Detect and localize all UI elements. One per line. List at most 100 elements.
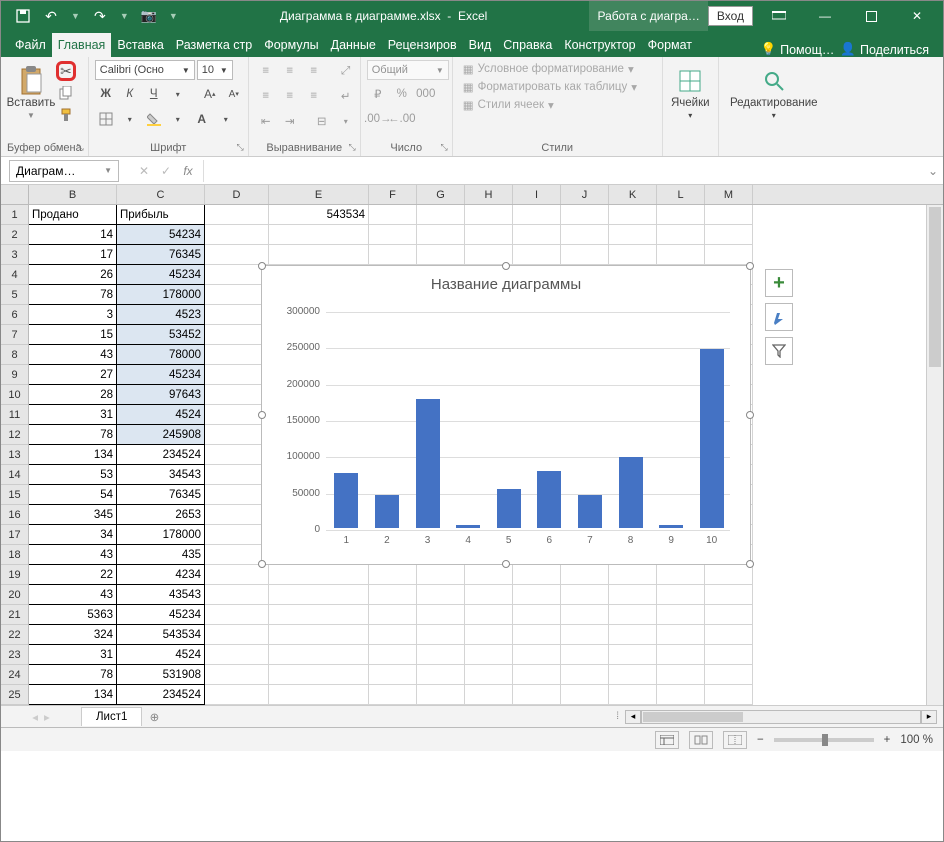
col-header[interactable]: C: [117, 185, 205, 204]
cell[interactable]: 28: [29, 385, 117, 405]
tab-format[interactable]: Формат: [642, 33, 698, 57]
cell[interactable]: [513, 685, 561, 705]
copy-button[interactable]: [56, 83, 76, 103]
row-header[interactable]: 21: [1, 605, 28, 625]
col-header[interactable]: G: [417, 185, 465, 204]
cell[interactable]: [561, 665, 609, 685]
cell[interactable]: 4234: [117, 565, 205, 585]
font-color-button[interactable]: A: [192, 109, 212, 129]
resize-handle-e[interactable]: [746, 411, 754, 419]
merge-button[interactable]: ⊟: [312, 111, 332, 131]
chart-title[interactable]: Название диаграммы: [262, 266, 750, 297]
chart-filter-button[interactable]: [765, 337, 793, 365]
select-all-corner[interactable]: [1, 185, 29, 205]
cell[interactable]: [269, 685, 369, 705]
row-header[interactable]: 18: [1, 545, 28, 565]
undo-dropdown-icon[interactable]: ▼: [71, 11, 80, 21]
dec-indent-button[interactable]: ⇤: [256, 111, 276, 131]
cell[interactable]: [205, 225, 269, 245]
inc-indent-button[interactable]: ⇥: [280, 111, 300, 131]
comma-button[interactable]: 000: [416, 84, 436, 104]
cell[interactable]: [657, 645, 705, 665]
tab-page-layout[interactable]: Разметка стр: [170, 33, 258, 57]
cell[interactable]: [561, 645, 609, 665]
cell[interactable]: [369, 625, 417, 645]
row-header[interactable]: 4: [1, 265, 28, 285]
cell[interactable]: 435: [117, 545, 205, 565]
cell[interactable]: [657, 625, 705, 645]
redo-dropdown-icon[interactable]: ▼: [120, 11, 129, 21]
resize-handle-w[interactable]: [258, 411, 266, 419]
cell[interactable]: [561, 565, 609, 585]
cell[interactable]: [369, 245, 417, 265]
cell[interactable]: [705, 605, 753, 625]
cell[interactable]: [369, 565, 417, 585]
cell[interactable]: 324: [29, 625, 117, 645]
cell[interactable]: 78: [29, 425, 117, 445]
cell[interactable]: 14: [29, 225, 117, 245]
cell[interactable]: 5363: [29, 605, 117, 625]
cell[interactable]: [369, 665, 417, 685]
fill-dropdown-icon[interactable]: ▾: [168, 109, 188, 129]
row-header[interactable]: 22: [1, 625, 28, 645]
format-painter-button[interactable]: [56, 105, 76, 125]
save-icon[interactable]: [15, 8, 31, 24]
cell[interactable]: [609, 645, 657, 665]
currency-button[interactable]: ₽: [368, 84, 388, 104]
cell[interactable]: 4523: [117, 305, 205, 325]
cell[interactable]: 543534: [117, 625, 205, 645]
underline-dropdown-icon[interactable]: ▾: [168, 84, 188, 104]
cell[interactable]: 45234: [117, 265, 205, 285]
chart-bar[interactable]: [659, 525, 683, 528]
cell[interactable]: 54234: [117, 225, 205, 245]
cell[interactable]: 2653: [117, 505, 205, 525]
cell[interactable]: [657, 665, 705, 685]
slider-knob[interactable]: [822, 734, 828, 746]
row-header[interactable]: 13: [1, 445, 28, 465]
accept-formula-icon[interactable]: ✓: [155, 164, 177, 178]
cell[interactable]: [513, 585, 561, 605]
borders-dropdown-icon[interactable]: ▾: [120, 109, 140, 129]
cell[interactable]: [205, 625, 269, 645]
cell[interactable]: [609, 685, 657, 705]
cell[interactable]: [417, 245, 465, 265]
zoom-level[interactable]: 100 %: [900, 734, 933, 746]
shrink-font-button[interactable]: A▾: [224, 84, 244, 104]
cell[interactable]: 34: [29, 525, 117, 545]
cell[interactable]: [705, 585, 753, 605]
col-header[interactable]: I: [513, 185, 561, 204]
dialog-launcher-icon[interactable]: ⤡: [349, 142, 356, 153]
cell[interactable]: [465, 585, 513, 605]
cell[interactable]: 43: [29, 345, 117, 365]
col-header[interactable]: L: [657, 185, 705, 204]
cell[interactable]: Продано: [29, 205, 117, 225]
cell[interactable]: [205, 305, 269, 325]
paste-button[interactable]: Вставить ▼: [7, 60, 55, 126]
cell[interactable]: [609, 625, 657, 645]
cell[interactable]: 43: [29, 585, 117, 605]
cell[interactable]: [205, 385, 269, 405]
expand-formula-icon[interactable]: ⌄: [923, 164, 943, 178]
cell[interactable]: [417, 225, 465, 245]
cell[interactable]: [269, 245, 369, 265]
cell[interactable]: 4524: [117, 645, 205, 665]
cell[interactable]: [705, 645, 753, 665]
cell[interactable]: [269, 665, 369, 685]
row-header[interactable]: 1: [1, 205, 28, 225]
cell[interactable]: [609, 565, 657, 585]
merge-dropdown-icon[interactable]: ▾: [336, 111, 356, 131]
cell[interactable]: [205, 585, 269, 605]
cell[interactable]: [657, 205, 705, 225]
cell[interactable]: [269, 565, 369, 585]
cell[interactable]: [205, 665, 269, 685]
close-icon[interactable]: ✕: [897, 4, 937, 28]
cell[interactable]: [369, 205, 417, 225]
cell[interactable]: [417, 625, 465, 645]
tab-formulas[interactable]: Формулы: [258, 33, 324, 57]
cell[interactable]: [269, 625, 369, 645]
cell[interactable]: 134: [29, 685, 117, 705]
cell[interactable]: [609, 225, 657, 245]
cell[interactable]: [513, 565, 561, 585]
scroll-left-icon[interactable]: ◂: [625, 710, 641, 724]
cell[interactable]: 345: [29, 505, 117, 525]
